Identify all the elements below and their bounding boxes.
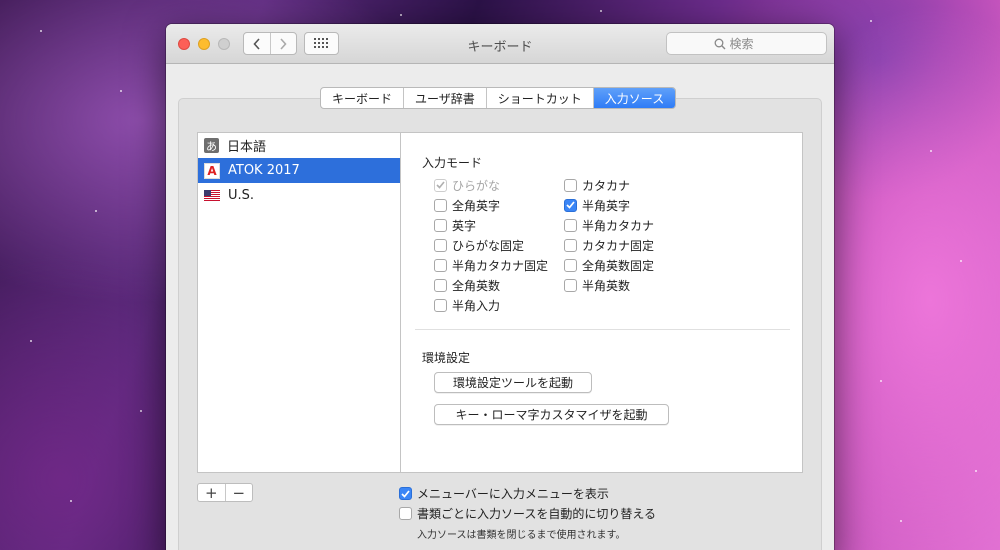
add-remove-control: + − [197,483,253,502]
mode-hankaku-eisu[interactable]: 半角英数 [564,276,630,294]
checkbox[interactable] [434,298,447,312]
auto-switch-option[interactable]: 書類ごとに入力ソースを自動的に切り替える [399,505,656,522]
hiragana-a-icon: あ [204,138,219,153]
mode-hankaku-eiji[interactable]: 半角英字 [564,196,630,214]
mode-zenkaku-eisu-fixed[interactable]: 全角英数固定 [564,256,654,274]
environment-heading: 環境設定 [422,351,471,365]
checkbox-label: 全角英数 [452,278,501,293]
list-item-label: ATOK 2017 [228,163,300,178]
remove-source-button[interactable]: − [224,484,253,502]
checkbox[interactable] [434,258,447,272]
romaji-customizer-button[interactable]: キー・ローマ字カスタマイザを起動 [434,404,669,425]
add-source-button[interactable]: + [198,484,225,502]
checkbox[interactable] [434,218,447,232]
mode-hiragana-fixed[interactable]: ひらがな固定 [434,236,524,254]
checkbox[interactable] [564,278,577,292]
open-settings-tool-button[interactable]: 環境設定ツールを起動 [434,372,592,393]
checkbox-label: 半角カタカナ [582,218,655,233]
checkbox-label: ひらがな固定 [452,238,525,253]
checkbox[interactable] [434,198,447,212]
tab-input-sources[interactable]: 入力ソース [592,88,676,108]
atok-icon: A [204,162,220,179]
list-item-atok[interactable]: A ATOK 2017 [198,158,400,183]
checkbox-label: カタカナ固定 [582,238,655,253]
checkbox-label: カタカナ [582,178,631,193]
checkbox[interactable] [564,218,577,232]
us-flag-icon [204,189,220,203]
checkbox[interactable] [434,178,447,192]
mode-katakana-fixed[interactable]: カタカナ固定 [564,236,654,254]
checkbox-label: ひらがな [452,178,501,193]
checkbox[interactable] [434,278,447,292]
checkmark-icon [401,489,410,498]
auto-switch-note: 入力ソースは書類を閉じるまで使用されます。 [417,530,626,541]
mode-hankaku-katakana-fixed[interactable]: 半角カタカナ固定 [434,256,548,274]
mode-hiragana[interactable]: ひらがな [434,176,500,194]
list-item-label: U.S. [228,188,255,203]
checkmark-icon [566,201,575,209]
checkbox[interactable] [564,178,577,192]
checkbox-label: 英字 [452,218,477,233]
mode-hankaku-input[interactable]: 半角入力 [434,296,500,314]
checkbox[interactable] [434,238,447,252]
checkbox-label: 半角英数 [582,278,631,293]
checkbox-label: 半角英字 [582,198,631,213]
search-icon [714,38,725,49]
title-bar: キーボード [166,24,834,64]
input-mode-heading: 入力モード [422,156,483,170]
list-item-label: 日本語 [227,140,267,155]
tab-user-dictionary[interactable]: ユーザ辞書 [403,88,486,108]
checkbox[interactable] [564,258,577,272]
mode-hankaku-katakana[interactable]: 半角カタカナ [564,216,654,234]
search-input[interactable] [729,36,780,51]
mode-zenkaku-eisu[interactable]: 全角英数 [434,276,500,294]
checkbox-label: メニューバーに入力メニューを表示 [417,487,609,501]
tab-shortcuts[interactable]: ショートカット [485,88,593,108]
list-item-us[interactable]: U.S. [198,183,400,208]
checkbox[interactable] [564,238,577,252]
checkbox-label: 全角英数固定 [582,258,655,273]
checkbox-label: 半角カタカナ固定 [452,258,549,273]
checkbox-label: 書類ごとに入力ソースを自動的に切り替える [417,507,657,521]
input-source-list: あ 日本語 A ATOK 2017 U.S. [197,132,400,473]
checkbox[interactable] [399,487,412,500]
checkbox[interactable] [399,507,412,520]
search-field[interactable] [666,32,827,55]
mode-zenkaku-eiji[interactable]: 全角英字 [434,196,500,214]
checkbox[interactable] [564,198,577,212]
show-input-menu-option[interactable]: メニューバーに入力メニューを表示 [399,485,609,502]
keyboard-preferences-window: キーボード キーボード ユーザ辞書 ショートカット 入力ソース あ 日本語 A … [166,24,834,550]
tab-keyboard[interactable]: キーボード [321,88,403,108]
atok-settings-panel: 入力モード ひらがな 全角英字 英字 ひらがな固定 半角カタカナ固定 全角英数 [400,132,803,473]
list-item-japanese[interactable]: あ 日本語 [198,133,400,158]
tab-bar: キーボード ユーザ辞書 ショートカット 入力ソース [320,87,677,109]
divider [415,329,790,330]
checkbox-label: 全角英字 [452,198,501,213]
checkmark-icon [436,181,445,189]
mode-katakana[interactable]: カタカナ [564,176,630,194]
mode-eiji[interactable]: 英字 [434,216,476,234]
checkbox-label: 半角入力 [452,298,501,313]
